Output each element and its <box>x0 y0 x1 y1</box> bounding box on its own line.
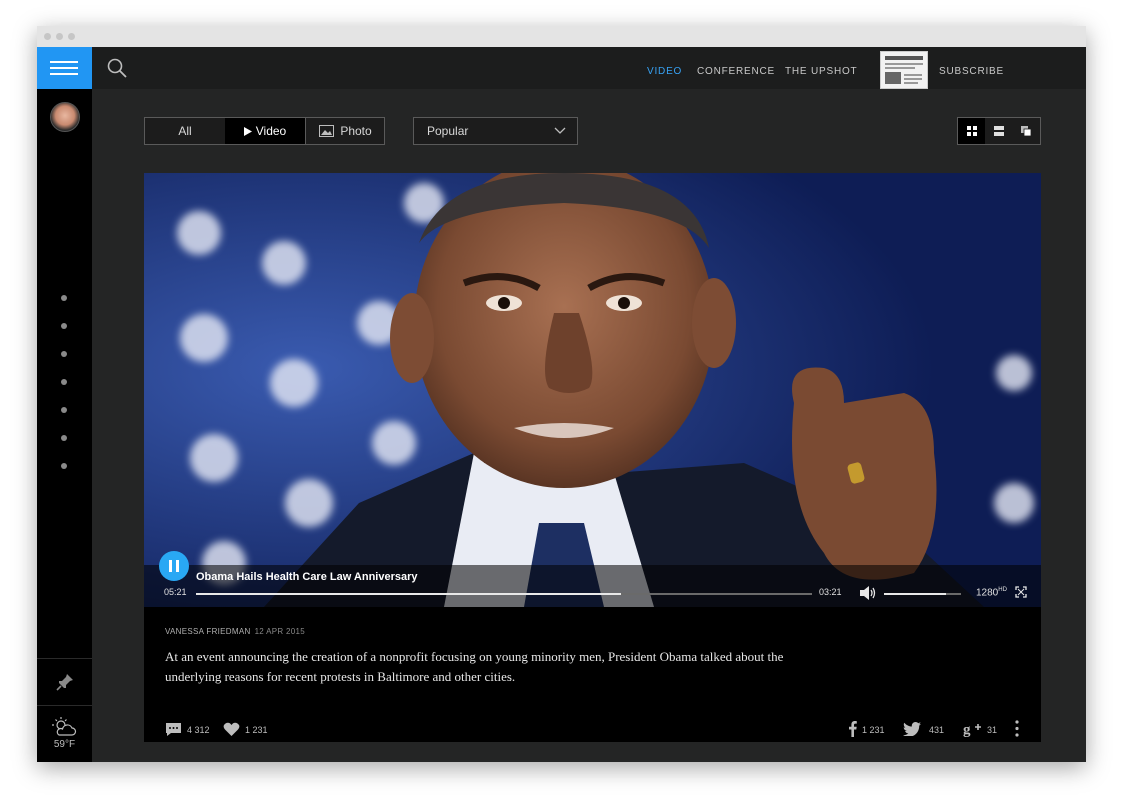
newspaper-photo <box>885 72 901 84</box>
article-description: At an event announcing the creation of a… <box>165 649 784 684</box>
top-bar: VIDEO CONFERENCE THE UPSHOT SUBSCRIBE <box>92 47 1086 89</box>
sidebar-dot[interactable] <box>61 323 67 329</box>
video-card: Obama Hails Health Care Law Anniversary … <box>144 173 1041 742</box>
filter-all-label: All <box>178 124 192 138</box>
sidebar-dot[interactable] <box>61 379 67 385</box>
avatar[interactable] <box>50 102 80 132</box>
grid-view-button[interactable] <box>958 118 985 144</box>
current-time: 05:21 <box>164 587 187 597</box>
fullscreen-icon[interactable] <box>1015 586 1027 598</box>
hamburger-icon-line <box>50 67 78 69</box>
sidebar-dot[interactable] <box>61 435 67 441</box>
google-plus-count: 31 <box>987 725 998 735</box>
sidebar-dot[interactable] <box>61 407 67 413</box>
newspaper-line <box>904 78 922 80</box>
hamburger-menu-button[interactable] <box>37 47 92 89</box>
newspaper-line <box>885 63 923 65</box>
newspaper-masthead <box>885 56 923 60</box>
stack-view-button[interactable] <box>1012 118 1039 144</box>
like-count: 1 231 <box>245 725 268 735</box>
article-meta: VANESSA FRIEDMAN 12 APR 2015 <box>165 627 305 636</box>
facebook-icon[interactable] <box>848 720 857 737</box>
svg-text:g: g <box>963 722 971 737</box>
hamburger-icon <box>50 61 78 63</box>
google-plus-icon[interactable]: g <box>963 721 981 737</box>
sort-dropdown[interactable]: Popular <box>413 117 578 145</box>
play-icon <box>243 127 252 136</box>
progress-bar[interactable] <box>196 593 812 595</box>
quality-selector[interactable]: 1280HD <box>976 587 1007 598</box>
window-maximize-dot[interactable] <box>68 33 75 40</box>
stack-icon <box>1021 126 1032 137</box>
chevron-down-icon <box>554 127 566 134</box>
video-frame-image <box>144 173 1041 607</box>
newspaper-line <box>904 82 918 84</box>
list-view-button[interactable] <box>985 118 1012 144</box>
quality-suffix: HD <box>998 587 1007 593</box>
more-options-icon[interactable] <box>1015 720 1019 737</box>
publish-date: 12 APR 2015 <box>254 627 306 636</box>
newspaper-line <box>904 74 922 76</box>
grid-icon <box>967 126 977 136</box>
duration: 03:21 <box>819 587 842 597</box>
partly-cloudy-icon <box>52 717 77 736</box>
sidebar-divider <box>37 705 92 706</box>
filter-all[interactable]: All <box>145 118 225 144</box>
video-player[interactable]: Obama Hails Health Care Law Anniversary … <box>144 173 1041 607</box>
pause-icon <box>169 560 172 572</box>
search-icon[interactable] <box>106 57 128 79</box>
video-title: Obama Hails Health Care Law Anniversary <box>196 571 418 583</box>
facebook-count: 1 231 <box>862 725 885 735</box>
nav-link-video[interactable]: VIDEO <box>647 66 682 77</box>
comment-count: 4 312 <box>187 725 210 735</box>
heart-icon[interactable] <box>223 722 240 737</box>
nav-link-conference[interactable]: CONFERENCE <box>697 66 775 77</box>
filter-video[interactable]: Video <box>225 118 305 144</box>
subscribe-link[interactable]: SUBSCRIBE <box>939 66 1004 77</box>
author-name[interactable]: VANESSA FRIEDMAN <box>165 627 251 636</box>
twitter-icon[interactable] <box>903 722 921 736</box>
volume-fill <box>884 593 946 595</box>
pin-icon[interactable] <box>54 671 76 693</box>
weather-temperature: 59°F <box>53 739 76 750</box>
sidebar-divider <box>37 658 92 659</box>
image-icon <box>319 125 335 137</box>
sidebar-dot[interactable] <box>61 463 67 469</box>
list-icon <box>994 126 1004 136</box>
volume-icon[interactable] <box>859 585 877 601</box>
newspaper-thumbnail[interactable] <box>880 51 928 89</box>
window-close-dot[interactable] <box>44 33 51 40</box>
sort-dropdown-value: Popular <box>427 124 469 138</box>
window-minimize-dot[interactable] <box>56 33 63 40</box>
app-window: 59°F VIDEO CONFERENCE THE UPSHOT SUBSCRI… <box>37 26 1086 762</box>
hamburger-icon-line <box>50 73 78 75</box>
quality-value: 1280 <box>976 587 999 599</box>
progress-fill <box>196 593 622 595</box>
title-bar <box>37 26 1086 47</box>
newspaper-line <box>885 67 915 69</box>
filter-photo[interactable]: Photo <box>305 118 385 144</box>
media-filter: All Video Photo <box>144 117 385 145</box>
sidebar-dot[interactable] <box>61 351 67 357</box>
comment-icon[interactable] <box>165 722 182 737</box>
nav-link-upshot[interactable]: THE UPSHOT <box>785 66 857 77</box>
filter-video-label: Video <box>255 124 287 138</box>
pause-icon-bar <box>176 560 179 572</box>
volume-slider[interactable] <box>884 593 961 595</box>
sidebar: 59°F <box>37 47 92 762</box>
view-toggle <box>957 117 1041 145</box>
pause-button[interactable] <box>159 551 189 581</box>
twitter-count: 431 <box>929 725 945 735</box>
filter-photo-label: Photo <box>340 124 372 138</box>
sidebar-dot[interactable] <box>61 295 67 301</box>
